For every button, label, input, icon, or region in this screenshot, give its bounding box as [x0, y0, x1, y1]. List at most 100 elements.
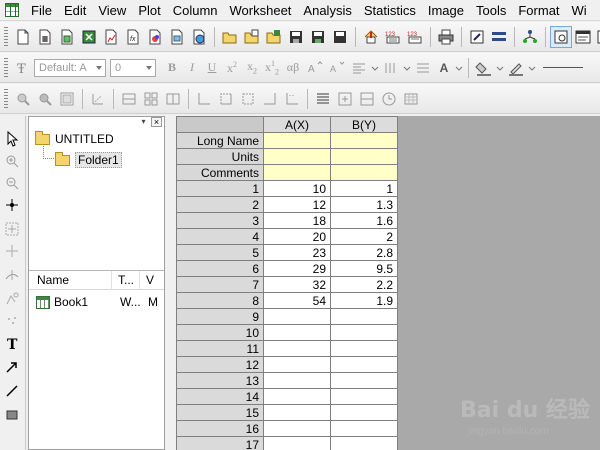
explorer-list-item[interactable]: Book1 W... M	[36, 295, 162, 309]
row-header[interactable]: 12	[176, 356, 264, 373]
cell-a[interactable]	[263, 324, 331, 341]
new-notes-icon[interactable]	[188, 26, 210, 48]
menu-analysis[interactable]: Analysis	[297, 0, 357, 20]
units-cell-b[interactable]	[330, 148, 398, 165]
script-window-icon[interactable]	[572, 26, 594, 48]
row-header[interactable]: 17	[176, 436, 264, 450]
column-header-view[interactable]: V	[140, 271, 162, 290]
label-row-long-name[interactable]: Long Name	[176, 132, 264, 149]
text-style-icon[interactable]: Ŧ	[12, 57, 34, 79]
save-icon[interactable]	[285, 26, 307, 48]
new-worksheet-icon[interactable]	[34, 26, 56, 48]
cell-b[interactable]	[330, 388, 398, 405]
column-align-icon[interactable]	[380, 57, 402, 79]
row-header[interactable]: 13	[176, 372, 264, 389]
decrease-font-icon[interactable]: A	[326, 57, 348, 79]
column-header-b[interactable]: B(Y)	[330, 116, 398, 133]
supersubscript-button[interactable]: x12	[262, 59, 282, 76]
zoom-out-tool-icon[interactable]	[3, 174, 21, 192]
fill-color-icon[interactable]	[473, 57, 495, 79]
new-layout-icon[interactable]	[166, 26, 188, 48]
add-top-x-icon[interactable]	[162, 88, 184, 110]
menu-tools[interactable]: Tools	[470, 0, 512, 20]
screen-reader-icon[interactable]	[3, 220, 21, 238]
column-header-type[interactable]: T...	[112, 271, 140, 290]
underline-button[interactable]: U	[202, 60, 222, 75]
add-right-y-icon[interactable]	[140, 88, 162, 110]
menu-plot[interactable]: Plot	[132, 0, 166, 20]
import-wizard-icon[interactable]: 123	[404, 26, 426, 48]
toolbar-grip[interactable]	[4, 57, 8, 78]
chevron-down-icon[interactable]	[527, 57, 537, 79]
crosshair-icon[interactable]	[3, 196, 21, 214]
bold-button[interactable]: B	[162, 60, 182, 75]
line-color-icon[interactable]	[505, 57, 527, 79]
axis-box-icon[interactable]	[215, 88, 237, 110]
menu-format[interactable]: Format	[512, 0, 565, 20]
cell-b[interactable]	[330, 356, 398, 373]
italic-button[interactable]: I	[182, 60, 202, 75]
tree-root-untitled[interactable]: UNTITLED	[35, 130, 114, 146]
clock-icon[interactable]	[378, 88, 400, 110]
align-icon[interactable]	[348, 57, 370, 79]
new-workbook-icon[interactable]	[56, 26, 78, 48]
refresh-icon[interactable]	[466, 26, 488, 48]
mask-icon[interactable]	[3, 290, 21, 308]
cell-a[interactable]	[263, 388, 331, 405]
menu-image[interactable]: Image	[422, 0, 470, 20]
arrange-icon[interactable]	[356, 88, 378, 110]
menu-worksheet[interactable]: Worksheet	[224, 0, 298, 20]
cell-a[interactable]: 29	[263, 260, 331, 277]
import-single-ascii-icon[interactable]	[360, 26, 382, 48]
line-tool-icon[interactable]	[3, 382, 21, 400]
cell-a[interactable]	[263, 308, 331, 325]
wrap-icon[interactable]	[412, 57, 434, 79]
label-row-comments[interactable]: Comments	[176, 164, 264, 181]
superscript-button[interactable]: x2	[222, 60, 242, 76]
cell-b[interactable]	[330, 372, 398, 389]
cell-a[interactable]	[263, 372, 331, 389]
column-header-a[interactable]: A(X)	[263, 116, 331, 133]
cell-a[interactable]: 54	[263, 292, 331, 309]
row-header[interactable]: 16	[176, 420, 264, 437]
explorer-close-button[interactable]: ×	[151, 117, 162, 127]
add-layer-icon[interactable]	[118, 88, 140, 110]
cell-a[interactable]: 12	[263, 196, 331, 213]
cell-b[interactable]	[330, 308, 398, 325]
new-excel-icon[interactable]	[78, 26, 100, 48]
chevron-down-icon[interactable]	[402, 57, 412, 79]
origin-app-icon[interactable]	[5, 3, 19, 17]
row-header[interactable]: 15	[176, 404, 264, 421]
cell-b[interactable]: 2.8	[330, 244, 398, 261]
zoom-in-icon[interactable]	[12, 88, 34, 110]
print-icon[interactable]	[435, 26, 457, 48]
font-select[interactable]: Default: A	[34, 58, 106, 77]
chevron-down-icon[interactable]	[495, 57, 505, 79]
cell-a[interactable]	[263, 356, 331, 373]
comments-cell-a[interactable]	[263, 164, 331, 181]
menu-window[interactable]: Wi	[566, 0, 593, 20]
row-header[interactable]: 7	[176, 276, 264, 293]
menu-file[interactable]: File	[25, 0, 58, 20]
row-header[interactable]: 14	[176, 388, 264, 405]
axis-dots-icon[interactable]	[281, 88, 303, 110]
explorer-pin-button[interactable]: ▾	[138, 117, 149, 127]
rescale-icon[interactable]	[87, 88, 109, 110]
toolbar-grip[interactable]	[4, 26, 8, 47]
row-header[interactable]: 2	[176, 196, 264, 213]
label-row-units[interactable]: Units	[176, 148, 264, 165]
new-project-icon[interactable]	[12, 26, 34, 48]
zoom-out-icon[interactable]	[34, 88, 56, 110]
cell-a[interactable]	[263, 420, 331, 437]
text-tool-icon[interactable]: T	[3, 334, 21, 352]
chevron-down-icon[interactable]	[370, 57, 380, 79]
cell-a[interactable]: 32	[263, 276, 331, 293]
cell-a[interactable]	[263, 404, 331, 421]
row-header[interactable]: 5	[176, 244, 264, 261]
whole-page-icon[interactable]	[56, 88, 78, 110]
cell-a[interactable]: 18	[263, 212, 331, 229]
row-header[interactable]: 9	[176, 308, 264, 325]
menu-column[interactable]: Column	[167, 0, 224, 20]
new-3d-graph-icon[interactable]	[144, 26, 166, 48]
cell-b[interactable]: 2	[330, 228, 398, 245]
